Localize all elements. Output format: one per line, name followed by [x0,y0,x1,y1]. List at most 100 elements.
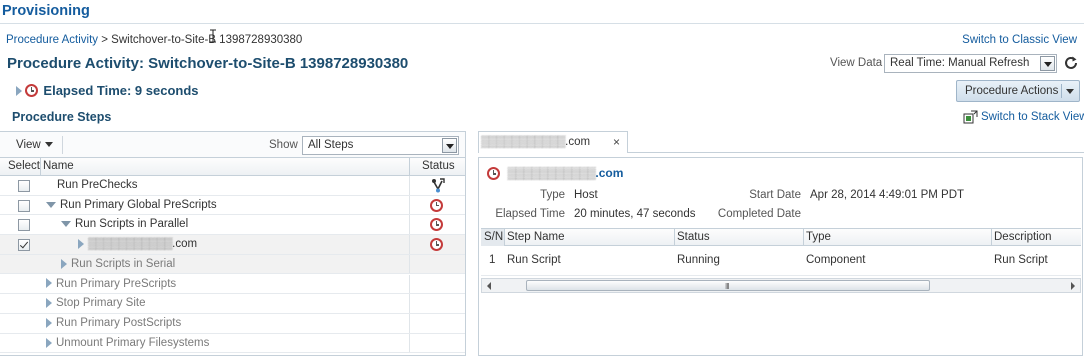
expand-triangle-icon[interactable] [46,317,52,328]
elapsed-time-text: Elapsed Time: 9 seconds [43,83,199,98]
table-row[interactable]: Run Primary PreScripts [0,274,465,295]
start-date-label: Start Date [749,189,801,201]
page-title: Procedure Activity: Switchover-to-Site-B… [7,55,409,72]
expand-triangle-icon[interactable] [46,278,52,289]
column-divider [504,229,505,246]
clock-icon [430,238,443,252]
expand-triangle-icon[interactable] [46,337,52,348]
procedure-actions-button[interactable]: Procedure Actions [956,80,1080,102]
step-name: Unmount Primary Filesystems [56,336,210,349]
row-select-checkbox[interactable] [18,219,30,232]
table-row[interactable]: Run Primary PostScripts [0,313,465,334]
host-domain-suffix: .com [172,238,198,251]
column-header-step-name[interactable]: Step Name [507,231,565,243]
column-divider [409,158,410,176]
clock-icon [430,198,443,212]
scrollbar-thumb[interactable]: III [526,280,930,291]
stack-view-icon [963,110,978,124]
show-steps-select[interactable]: All Steps [302,136,459,155]
breadcrumb-procedure-activity-link[interactable]: Procedure Activity [6,34,98,46]
table-row[interactable]: Run Scripts in Serial [0,254,465,275]
close-icon[interactable]: × [613,135,620,149]
steps-toolbar: View Show All Steps [0,132,465,158]
expand-triangle-icon[interactable] [46,298,52,309]
column-header-select: Select [8,160,40,172]
row-select-checkbox[interactable] [18,180,30,192]
branch-icon [430,178,446,197]
view-data-label: View Data [830,57,883,69]
table-row[interactable]: 1 Run Script Running Component Run Scrip… [481,246,1081,276]
refresh-icon[interactable] [1063,55,1079,71]
view-data-select[interactable]: Real Time: Manual Refresh [884,54,1057,73]
scroll-right-icon[interactable] [1071,282,1075,290]
chevron-down-icon[interactable] [442,138,457,153]
table-row[interactable]: Unmount Primary Filesystems [0,333,465,354]
row-select-checkbox-checked[interactable] [18,239,30,252]
cell-divider [409,254,410,274]
switch-to-stack-view-link[interactable]: Switch to Stack View [963,110,1084,124]
chevron-down-icon [1066,89,1074,94]
cell-sn: 1 [489,254,496,266]
clock-icon [487,167,500,181]
column-divider [803,229,804,246]
host-detail-content: ▒▒▒▒▒▒▒▒▒▒▒.com Type Host Start Date Apr… [478,157,1083,356]
app-title-bar [0,0,1084,24]
table-row[interactable]: Stop Primary Site [0,294,465,314]
elapsed-time-row[interactable]: Elapsed Time: 9 seconds [16,83,199,98]
table-row-selected[interactable]: ▒▒▒▒▒▒▒▒▒▒▒.com [0,235,465,255]
clock-icon [25,84,39,97]
chevron-down-icon[interactable] [1040,56,1055,71]
tab-strip-line [628,152,1084,153]
step-name: Run Primary PostScripts [56,316,182,329]
scroll-left-icon[interactable] [487,282,491,290]
cell-divider [409,235,410,254]
collapse-triangle-icon[interactable] [61,221,71,228]
chevron-down-icon [44,142,53,148]
column-header-status[interactable]: Status [422,160,455,172]
cell-divider [409,333,410,353]
expand-triangle-icon[interactable] [16,85,22,96]
text-cursor-icon [210,29,216,43]
cell-divider [409,313,410,333]
show-steps-selected-value: All Steps [308,139,354,151]
column-header-type[interactable]: Type [806,231,831,243]
column-header-sn[interactable]: S/N [484,231,503,243]
type-value: Host [574,189,598,201]
horizontal-scrollbar[interactable]: III [481,278,1081,293]
type-label: Type [540,189,565,201]
view-menu-label: View [16,139,41,151]
elapsed-time-label: Elapsed Time [495,208,565,220]
button-divider [1061,84,1062,98]
column-header-status[interactable]: Status [677,231,710,243]
procedure-steps-heading: Procedure Steps [12,110,112,124]
column-divider [674,229,675,246]
tab-host-detail[interactable]: ▒▒▒▒▒▒▒▒▒▒▒.com × [478,131,628,153]
table-row[interactable]: Run Primary Global PreScripts [0,195,465,216]
step-detail-panel: ▒▒▒▒▒▒▒▒▒▒▒.com × ▒▒▒▒▒▒▒▒▒▒▒.com Type H… [478,131,1084,356]
column-header-name[interactable]: Name [43,160,74,172]
column-header-description[interactable]: Description [994,231,1052,243]
host-domain-suffix: .com [565,136,591,148]
step-name: Run Scripts in Parallel [75,218,189,231]
switch-to-classic-view-link[interactable]: Switch to Classic View [962,34,1077,46]
cell-divider [409,176,410,195]
expand-triangle-icon[interactable] [61,258,67,269]
host-domain-suffix: .com [595,166,624,180]
show-label: Show [269,139,298,151]
switch-to-stack-view-label[interactable]: Switch to Stack View [981,111,1084,123]
column-divider [991,229,992,246]
expand-triangle-icon[interactable] [78,239,84,250]
cell-step-name: Run Script [507,254,561,266]
cell-divider [409,274,410,294]
clock-icon [430,218,443,232]
table-row[interactable]: Run Scripts in Parallel [0,215,465,236]
status-cell [430,238,443,252]
row-select-checkbox[interactable] [18,199,30,212]
scrollbar-grip: III [725,282,730,291]
cell-divider [409,215,410,235]
collapse-triangle-icon[interactable] [46,201,56,208]
table-row[interactable]: Run PreChecks [0,176,465,196]
procedure-steps-panel: View Show All Steps Select Name Status R… [0,131,466,356]
breadcrumb-separator: > [101,34,108,46]
view-menu-button[interactable]: View [16,139,53,151]
